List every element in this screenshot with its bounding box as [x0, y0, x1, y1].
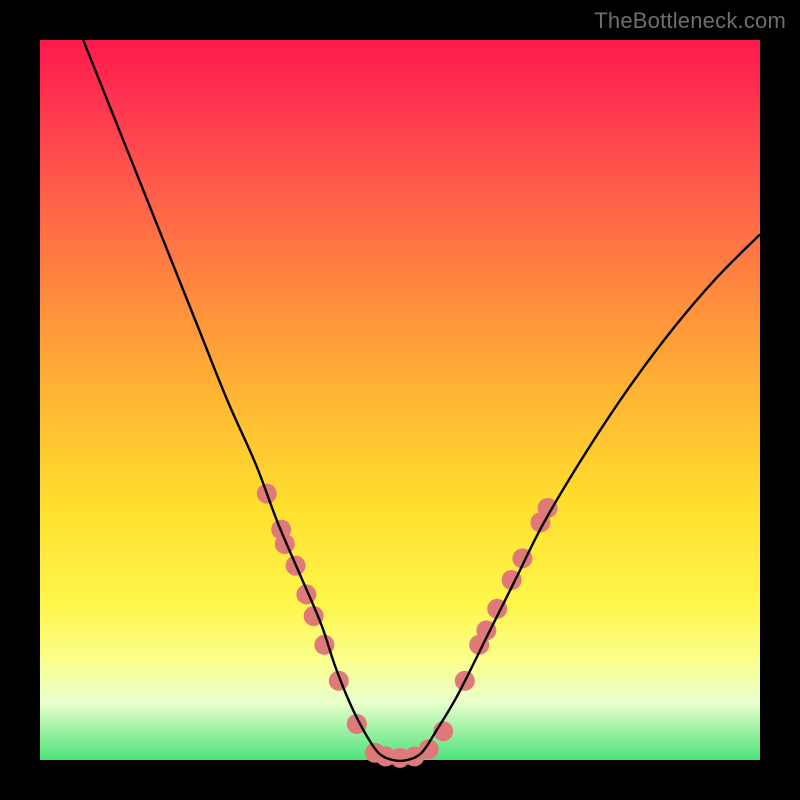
watermark-text: TheBottleneck.com — [594, 8, 786, 34]
bottleneck-curve — [83, 40, 760, 761]
plot-area — [40, 40, 760, 760]
chart-frame: TheBottleneck.com — [0, 0, 800, 800]
curve-layer — [40, 40, 760, 760]
marker-group — [257, 484, 558, 768]
